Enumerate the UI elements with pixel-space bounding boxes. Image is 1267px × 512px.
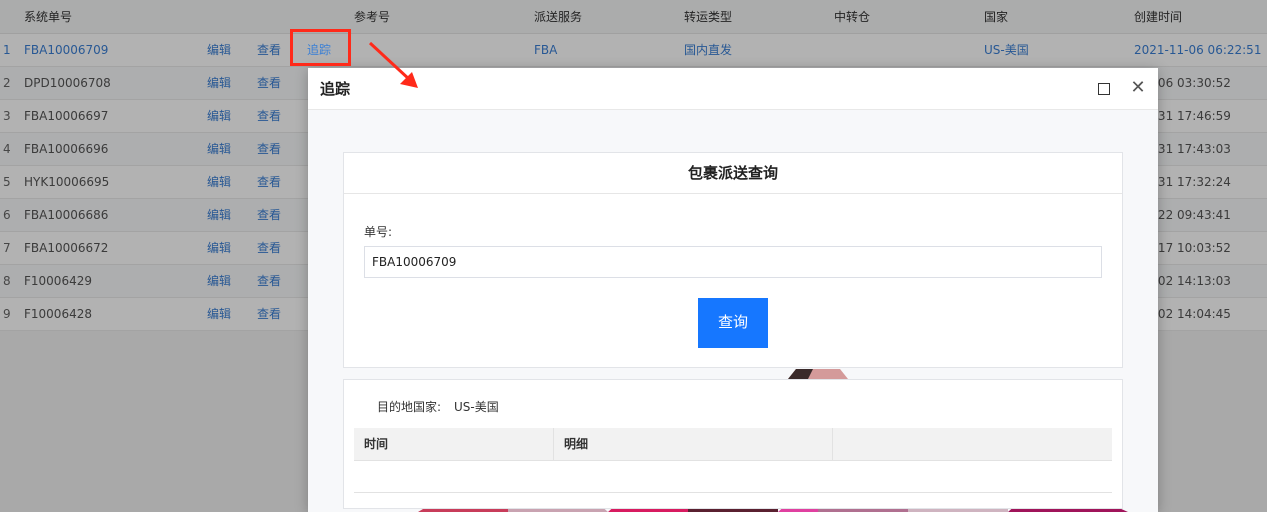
annotation-arrow-icon [368, 41, 418, 88]
